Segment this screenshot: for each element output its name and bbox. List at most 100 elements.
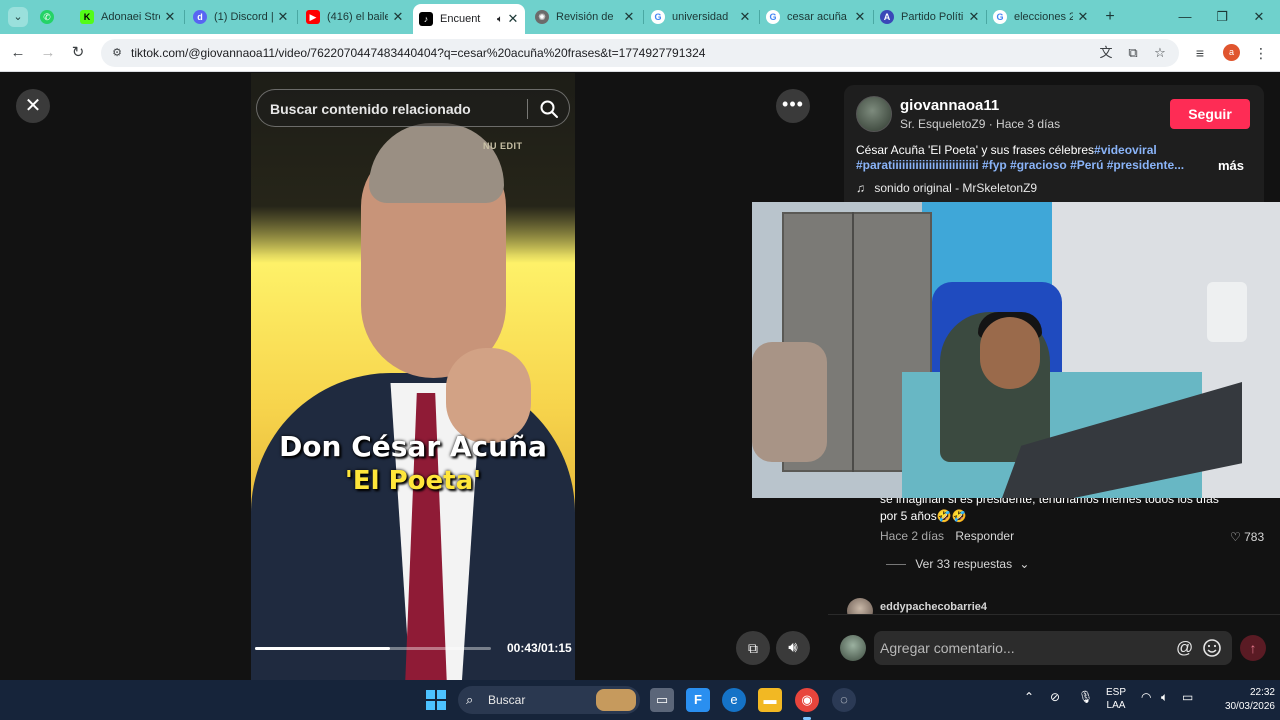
tab-whatsapp[interactable]: ✆ xyxy=(34,4,68,30)
comment-like-count: 783 xyxy=(1244,530,1265,544)
volume-button[interactable]: 🔊︎ xyxy=(776,631,810,665)
search-icon[interactable] xyxy=(537,97,561,121)
video-caption-line1: Don César Acuña xyxy=(279,430,547,463)
obs-icon[interactable]: ◌ xyxy=(832,688,856,712)
translate-icon[interactable]: 文 xyxy=(1097,45,1115,61)
forward-icon[interactable]: → xyxy=(37,42,59,64)
address-bar[interactable]: ⚙ tiktok.com/@giovannaoa11/video/7622070… xyxy=(101,39,1179,67)
mention-icon[interactable]: @ xyxy=(1176,638,1193,658)
windows-start-icon[interactable] xyxy=(426,690,446,710)
url-text[interactable]: tiktok.com/@giovannaoa11/video/762207044… xyxy=(131,46,705,60)
more-options-button[interactable]: ••• xyxy=(776,89,810,123)
task-view-icon[interactable]: ▭ xyxy=(650,688,674,712)
language-indicator[interactable]: ESP LAA xyxy=(1106,686,1126,712)
tab-close-icon[interactable]: ✕ xyxy=(623,9,635,25)
author-avatar[interactable] xyxy=(856,96,892,132)
tab-title: elecciones 2 xyxy=(1014,11,1073,23)
related-search-input[interactable]: Buscar contenido relacionado xyxy=(256,89,570,127)
music-note-icon: ♫ xyxy=(856,181,865,195)
search-highlight-image xyxy=(596,689,636,711)
install-app-icon[interactable]: ⧉ xyxy=(1124,45,1142,61)
video-caption-line2: 'El Poeta' xyxy=(344,466,482,496)
new-tab-icon[interactable]: + xyxy=(1100,7,1120,27)
tab-close-icon[interactable]: ✕ xyxy=(392,9,404,25)
tab-title: cesar acuña xyxy=(787,11,847,23)
hashtag-link[interactable]: #videoviral xyxy=(1094,143,1157,157)
forms-app-icon[interactable]: F xyxy=(686,688,710,712)
taskbar-search-label: Buscar xyxy=(488,693,526,707)
video-progress-bar[interactable] xyxy=(255,647,491,650)
clock-time: 22:32 xyxy=(1249,687,1275,698)
follow-button[interactable]: Seguir xyxy=(1170,99,1250,129)
chevron-down-icon: ⌄ xyxy=(1019,557,1030,571)
video-player[interactable]: NU EDIT Don César Acuña 'El Poeta' Busca… xyxy=(251,73,575,680)
back-icon[interactable]: ← xyxy=(7,42,29,64)
menu-kebab-icon[interactable]: ⋮ xyxy=(1250,42,1272,64)
tab-title: (1) Discord | xyxy=(214,11,273,23)
video-watermark: NU EDIT xyxy=(483,141,523,151)
tab-close-icon[interactable]: ✕ xyxy=(164,9,176,25)
related-search-placeholder: Buscar contenido relacionado xyxy=(270,101,471,117)
location-off-icon[interactable]: ⊘ xyxy=(1050,690,1060,704)
close-window-icon[interactable]: ✕ xyxy=(1236,0,1280,34)
close-video-button[interactable]: ✕ xyxy=(16,89,50,123)
tab-tiktok-active[interactable]: ♪ Encuent 🔈︎ ✕ xyxy=(413,4,525,34)
profile-avatar[interactable]: a xyxy=(1223,44,1240,61)
comment-composer: @ ↑ xyxy=(828,614,1280,680)
tab-title: (416) el baile xyxy=(327,11,388,23)
tab-google-cesar[interactable]: G cesar acuña ✕ xyxy=(760,4,872,30)
speaker-icon[interactable]: 🔈︎ xyxy=(1161,690,1168,705)
media-control-icon[interactable]: ≡ xyxy=(1189,42,1211,64)
taskbar-search[interactable]: ⌕ Buscar xyxy=(458,686,640,714)
emoji-icon[interactable] xyxy=(1202,638,1222,658)
chrome-icon[interactable]: ◉ xyxy=(795,688,819,720)
music-row[interactable]: ♫ sonido original - MrSkeletonZ9 xyxy=(856,181,1037,195)
comment-like-button[interactable]: ♡ 783 xyxy=(1230,530,1264,544)
webcam-overlay xyxy=(752,202,1280,498)
tab-search-dropdown-icon[interactable]: ⌄ xyxy=(8,7,28,27)
edge-icon[interactable]: e xyxy=(722,688,746,712)
site-info-icon[interactable]: ⚙ xyxy=(109,45,125,61)
tab-close-icon[interactable]: ✕ xyxy=(507,11,519,27)
avatar xyxy=(840,635,866,661)
tab-audio-icon[interactable]: 🔈︎ xyxy=(497,14,503,25)
search-icon: ⌕ xyxy=(466,692,474,707)
music-title: sonido original - MrSkeletonZ9 xyxy=(874,181,1038,195)
tab-title: Partido Políti xyxy=(901,11,964,23)
tab-kick[interactable]: K Adonaei Stre ✕ xyxy=(74,4,182,30)
tab-close-icon[interactable]: ✕ xyxy=(277,9,289,25)
heart-icon: ♡ xyxy=(1230,530,1241,544)
tab-chatgpt[interactable]: ✺ Revisión de ✕ xyxy=(529,4,641,30)
bookmark-star-icon[interactable]: ☆ xyxy=(1151,45,1169,61)
microphone-icon[interactable]: 🎙︎ xyxy=(1078,690,1093,704)
tab-youtube[interactable]: ▶ (416) el baile ✕ xyxy=(300,4,410,30)
tab-close-icon[interactable]: ✕ xyxy=(739,9,751,25)
reload-icon[interactable]: ↻ xyxy=(67,42,89,64)
commenter-name[interactable]: eddypachecobarrie4 xyxy=(880,601,987,613)
send-comment-button[interactable]: ↑ xyxy=(1240,635,1266,661)
tray-overflow-icon[interactable]: ⌃ xyxy=(1024,690,1034,704)
hashtag-list[interactable]: #paratiiiiiiiiiiiiiiiiiiiiiiiiii #fyp #g… xyxy=(856,158,1196,173)
view-replies-button[interactable]: Ver 33 respuestas ⌄ xyxy=(886,557,1029,571)
tab-title: Revisión de xyxy=(556,11,614,23)
author-subtitle: Sr. EsqueletoZ9 · Hace 3 días xyxy=(900,117,1061,131)
tab-discord[interactable]: d (1) Discord | ✕ xyxy=(187,4,295,30)
video-progress-fill xyxy=(255,647,390,650)
tab-partido[interactable]: A Partido Políti ✕ xyxy=(874,4,986,30)
tab-close-icon[interactable]: ✕ xyxy=(1077,9,1089,25)
description-more-link[interactable]: más xyxy=(1218,158,1244,173)
author-name[interactable]: giovannaoa11 xyxy=(900,97,999,114)
video-time: 00:43/01:15 xyxy=(507,641,572,655)
file-explorer-icon[interactable]: ▬ xyxy=(758,688,782,712)
taskbar-clock[interactable]: 22:32 30/03/2026 xyxy=(1205,686,1275,714)
tab-close-icon[interactable]: ✕ xyxy=(854,9,866,25)
tab-elecciones[interactable]: G elecciones 2 ✕ xyxy=(987,4,1095,30)
whatsapp-icon: ✆ xyxy=(40,10,54,24)
reply-button[interactable]: Responder xyxy=(955,529,1014,543)
tab-google-universidad[interactable]: G universidad ✕ xyxy=(645,4,757,30)
tab-close-icon[interactable]: ✕ xyxy=(968,9,980,25)
floating-player-button[interactable]: ⧉ xyxy=(736,631,770,665)
wifi-icon[interactable]: ◠ xyxy=(1141,690,1151,704)
view-replies-label: Ver 33 respuestas xyxy=(915,557,1013,571)
battery-icon[interactable]: ▭ xyxy=(1182,690,1193,704)
